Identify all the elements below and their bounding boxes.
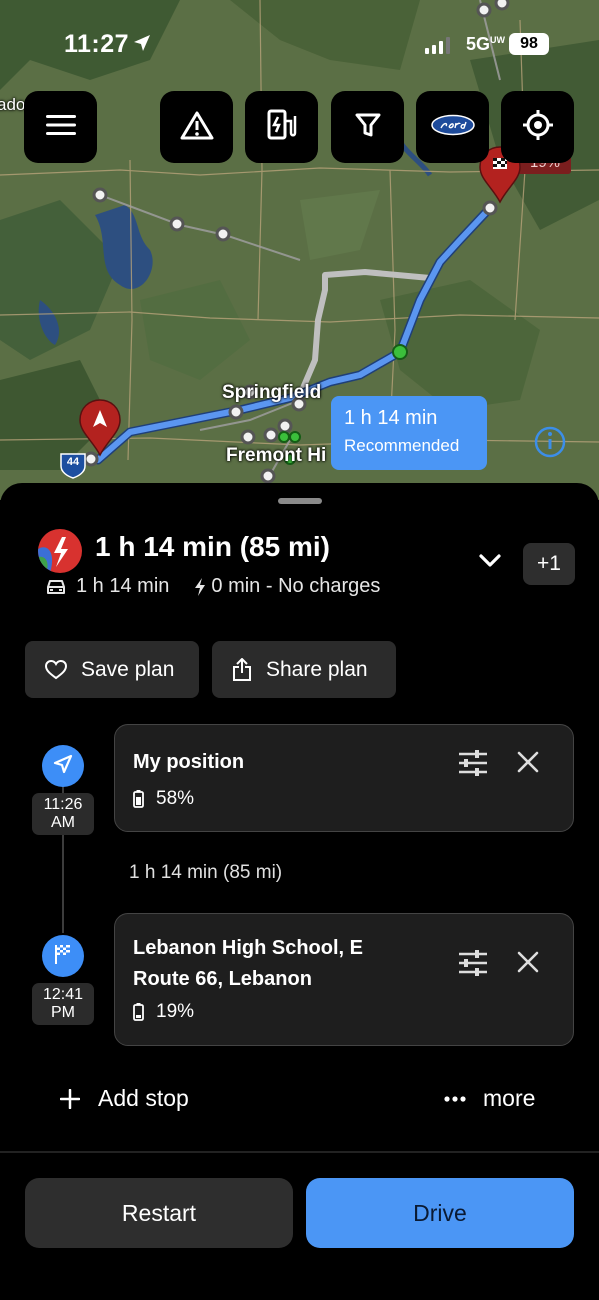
stop-name-line-2: Route 66, Lebanon: [133, 968, 312, 990]
alternative-routes-badge[interactable]: +1: [523, 543, 575, 585]
leg-summary: 1 h 14 min (85 mi): [129, 862, 283, 883]
navigation-arrow-icon: [52, 753, 74, 780]
more-label: more: [483, 1085, 536, 1111]
sliders-icon[interactable]: [458, 949, 488, 982]
car-icon: [46, 578, 66, 596]
trip-sheet: 1 h 14 min (85 mi) 1 h 14 min 0 min - No…: [0, 483, 599, 1300]
location-services-icon: [132, 33, 152, 58]
city-label-springfield: Springfield: [222, 382, 322, 403]
locate-icon: [521, 108, 555, 147]
battery-icon: [133, 1003, 144, 1021]
hazard-button[interactable]: [160, 91, 233, 163]
ford-button[interactable]: [416, 91, 489, 163]
app-logo-icon: [38, 529, 82, 573]
charge-summary: 0 min - No charges: [211, 575, 381, 597]
cellular-signal-icon: [425, 36, 450, 54]
menu-icon: [45, 113, 76, 142]
filter-button[interactable]: [331, 91, 404, 163]
stop-name-line-1: Lebanon High School, E: [133, 937, 363, 959]
share-plan-label: Share plan: [266, 657, 368, 681]
stop-battery: 19%: [133, 1001, 194, 1023]
network-type: 5GUW: [466, 34, 506, 54]
sliders-icon[interactable]: [458, 749, 488, 782]
share-icon: [232, 657, 252, 682]
heart-icon: [45, 659, 67, 680]
sheet-drag-handle[interactable]: [278, 498, 322, 504]
status-time: 11:27: [64, 30, 130, 58]
save-plan-label: Save plan: [81, 657, 175, 681]
battery-icon: [133, 790, 144, 808]
city-label-fremont: Fremont Hi: [226, 445, 327, 466]
plus-icon: [60, 1088, 80, 1109]
recenter-button[interactable]: [501, 91, 574, 163]
stop-battery: 58%: [133, 788, 194, 810]
more-button[interactable]: more: [444, 1085, 535, 1112]
remove-stop-icon[interactable]: [517, 751, 539, 778]
stop-card-destination[interactable]: Lebanon High School, E Route 66, Lebanon…: [114, 913, 574, 1046]
battery-level: 98: [509, 33, 549, 55]
stop-name: My position: [133, 751, 245, 773]
save-plan-button[interactable]: Save plan: [25, 641, 199, 698]
ellipsis-icon: [444, 1095, 466, 1102]
trip-summary-subtitle: 1 h 14 min 0 min - No charges: [46, 575, 380, 598]
checkered-flag-icon: [53, 943, 73, 970]
menu-button[interactable]: [24, 91, 97, 163]
route-callout-duration: 1 h 14 min: [344, 407, 438, 429]
share-plan-button[interactable]: Share plan: [212, 641, 396, 698]
filter-icon: [354, 111, 382, 144]
bolt-icon: [193, 577, 207, 597]
highway-shield-number: 44: [66, 456, 80, 468]
route-callout-tag: Recommended: [344, 436, 460, 455]
add-stop-label: Add stop: [98, 1085, 189, 1111]
chevron-down-icon[interactable]: [478, 553, 502, 574]
drive-button[interactable]: Drive: [306, 1178, 574, 1248]
origin-dot: [42, 745, 84, 787]
route-callout[interactable]: 1 h 14 min Recommended: [331, 396, 487, 470]
ford-icon: [430, 114, 476, 141]
drive-time: 1 h 14 min: [76, 575, 170, 597]
status-bar: 11:27 5GUW 98: [0, 0, 599, 86]
origin-time: 11:26 AM: [32, 793, 94, 835]
chargers-button[interactable]: [245, 91, 318, 163]
destination-time: 12:41 PM: [32, 983, 94, 1025]
map-edge-label: ado: [0, 95, 26, 114]
destination-dot: [42, 935, 84, 977]
warning-icon: [180, 110, 214, 145]
footer-divider: [0, 1151, 599, 1153]
trip-summary-title: 1 h 14 min (85 mi): [95, 531, 330, 562]
route-map[interactable]: ado Springfield Fremont Hi 44 19% 1 h 14…: [0, 0, 599, 500]
remove-stop-icon[interactable]: [517, 951, 539, 978]
stop-card-origin[interactable]: My position 58%: [114, 724, 574, 832]
add-stop-button[interactable]: Add stop: [60, 1085, 189, 1112]
restart-button[interactable]: Restart: [25, 1178, 293, 1248]
charger-icon: [265, 108, 299, 147]
